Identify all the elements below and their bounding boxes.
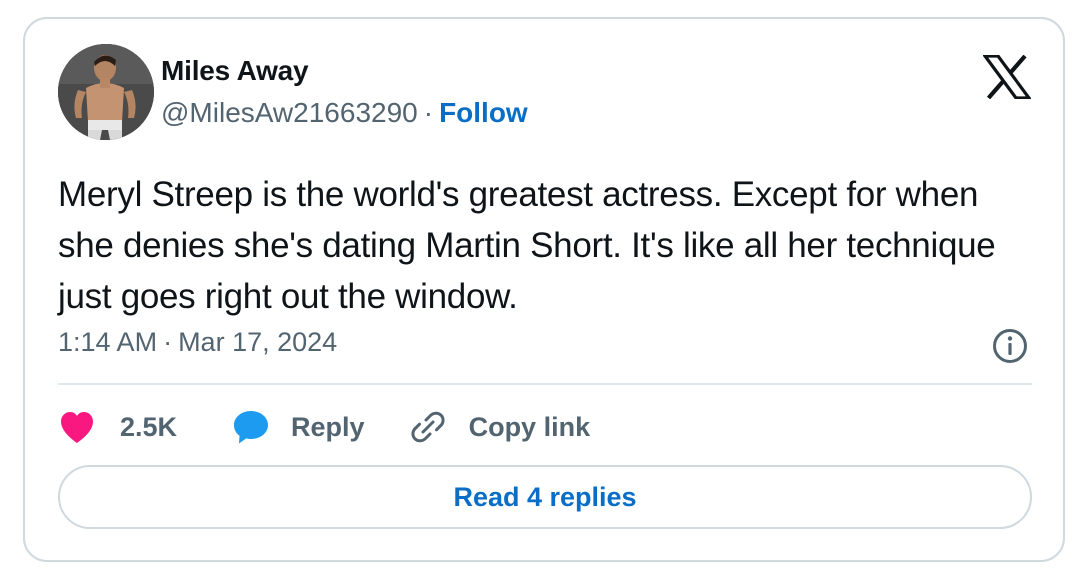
profile-photo-image — [58, 44, 154, 140]
tweet-timestamp[interactable]: 1:14 AM · Mar 17, 2024 — [58, 327, 337, 358]
like-button[interactable]: 2.5K — [58, 409, 177, 445]
separator-dot: · — [423, 97, 434, 128]
reply-bubble-icon — [234, 411, 269, 444]
tweet-text: Meryl Streep is the world's greatest act… — [58, 175, 996, 316]
reply-label: Reply — [291, 411, 365, 442]
tweet-card: Miles Away @MilesAw21663290 · Follow Meryl… — [23, 17, 1065, 562]
heart-icon — [61, 412, 93, 443]
reply-button[interactable]: Reply — [231, 408, 365, 446]
action-bar: 2.5K Reply Copy link — [58, 407, 590, 447]
like-count: 2.5K — [120, 411, 178, 442]
link-icon — [411, 411, 445, 443]
author-handle-row: @MilesAw21663290 · Follow — [161, 97, 528, 129]
avatar[interactable] — [58, 44, 154, 140]
separator-dot: · — [163, 327, 173, 357]
copy-link-button[interactable]: Copy link — [409, 408, 591, 446]
author-name[interactable]: Miles Away — [161, 55, 309, 87]
follow-button[interactable]: Follow — [439, 97, 528, 128]
divider — [58, 383, 1032, 385]
read-replies-button[interactable]: Read 4 replies — [58, 465, 1032, 529]
tweet-date[interactable]: Mar 17, 2024 — [178, 327, 337, 357]
x-logo-icon[interactable] — [981, 54, 1033, 100]
info-icon[interactable] — [991, 327, 1029, 365]
tweet-time[interactable]: 1:14 AM — [58, 327, 157, 357]
copy-link-label: Copy link — [468, 411, 591, 442]
author-handle[interactable]: @MilesAw21663290 — [161, 97, 418, 128]
